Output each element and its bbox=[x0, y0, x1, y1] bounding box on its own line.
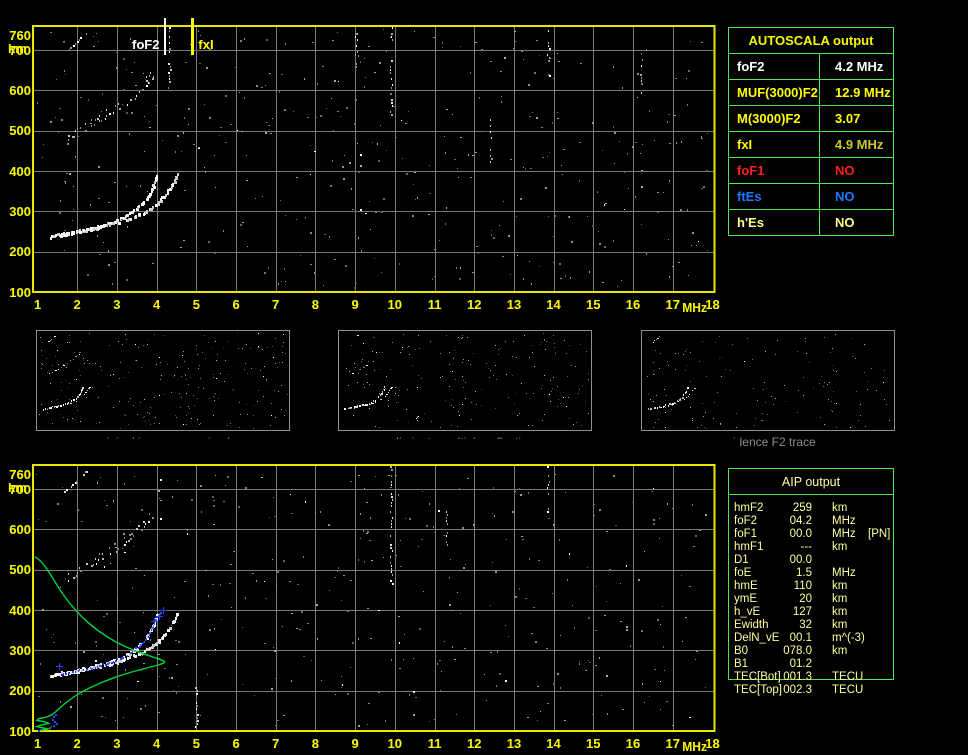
aip-row: h_vE 127 km bbox=[728, 606, 958, 619]
parameter-value: NO bbox=[835, 215, 855, 230]
aip-label: D1 bbox=[734, 554, 749, 566]
aip-unit: km bbox=[832, 541, 848, 553]
parameter-label: ftEs bbox=[729, 184, 820, 209]
autoscala-window: Rome (lat: +41.8, lon: 012.5) - DATE: 20… bbox=[0, 0, 968, 755]
aip-label: B1 bbox=[734, 658, 749, 670]
autoscala-row: h'Es NO bbox=[729, 209, 893, 235]
autoscala-output-table: AUTOSCALA output foF2 4.2 MHz MUF(3000)F2 1… bbox=[728, 27, 894, 236]
aip-label: foE bbox=[734, 567, 752, 579]
aip-row: B1 01.2 bbox=[728, 658, 958, 671]
aip-unit: m^(-3) bbox=[832, 632, 865, 644]
autoscala-row: foF2 4.2 MHz bbox=[729, 54, 893, 79]
aip-unit: TECU bbox=[832, 671, 864, 683]
aip-row: foF2 04.2 MHz bbox=[728, 515, 958, 528]
aip-value: 04.2 bbox=[789, 515, 812, 527]
parameter-label: h'Es bbox=[729, 210, 820, 235]
aip-row: D1 00.0 bbox=[728, 554, 958, 567]
aip-label: foF2 bbox=[734, 515, 758, 527]
autoscala-row: fxI 4.9 MHz bbox=[729, 131, 893, 157]
parameter-value: 4.9 MHz bbox=[835, 137, 884, 152]
aip-extra: [PN] bbox=[868, 528, 891, 540]
aip-unit: km bbox=[832, 580, 848, 592]
aip-row: foE 1.5 MHz bbox=[728, 567, 958, 580]
aip-value: 002.3 bbox=[783, 684, 812, 696]
aip-value: 259 bbox=[792, 502, 812, 514]
top-ionogram-plot bbox=[0, 0, 740, 320]
aip-value: 127 bbox=[792, 606, 812, 618]
aip-row: B0 078.0 km bbox=[728, 645, 958, 658]
aip-label: B0 bbox=[734, 645, 749, 657]
parameter-label: foF2 bbox=[729, 54, 820, 79]
aip-value: --- bbox=[800, 541, 813, 553]
aip-table-header: AIP output bbox=[729, 469, 893, 495]
parameter-value: 4.2 MHz bbox=[835, 59, 884, 74]
autoscala-table-rows: foF2 4.2 MHz MUF(3000)F2 12.9 MHz M(3000)F2 3… bbox=[729, 54, 893, 235]
aip-value: 01.2 bbox=[789, 658, 812, 670]
parameter-value: NO bbox=[835, 189, 855, 204]
autoscala-row: M(3000)F2 3.07 bbox=[729, 105, 893, 131]
aip-unit: km bbox=[832, 619, 848, 631]
parameter-value: 12.9 MHz bbox=[835, 85, 891, 100]
aip-row: hmF1 --- km bbox=[728, 541, 958, 554]
aip-unit: km bbox=[832, 645, 848, 657]
aip-row: hmF2 259 km bbox=[728, 502, 958, 515]
parameter-label: foF1 bbox=[729, 158, 820, 183]
autoscala-table-header: AUTOSCALA output bbox=[729, 28, 893, 54]
aip-value: 00.1 bbox=[789, 632, 812, 644]
aip-row: TEC[Top] 002.3 TECU bbox=[728, 684, 958, 697]
aip-unit: km bbox=[832, 606, 848, 618]
aip-label: foF1 bbox=[734, 528, 758, 540]
aip-unit: MHz bbox=[832, 515, 856, 527]
aip-value: 001.3 bbox=[783, 671, 812, 683]
thumbnail-evidence-f2-trace bbox=[641, 330, 895, 431]
aip-value: 078.0 bbox=[783, 645, 812, 657]
aip-value: 1.5 bbox=[796, 567, 812, 579]
aip-unit: MHz bbox=[832, 567, 856, 579]
parameter-label: M(3000)F2 bbox=[729, 106, 820, 131]
aip-value: 110 bbox=[793, 580, 812, 592]
aip-value: 00.0 bbox=[789, 554, 812, 566]
aip-row: hmE 110 km bbox=[728, 580, 958, 593]
parameter-value: 3.07 bbox=[835, 111, 861, 126]
aip-unit: TECU bbox=[832, 684, 864, 696]
aip-row: foF1 00.0 MHz [PN] bbox=[728, 528, 958, 541]
autoscala-row: MUF(3000)F2 12.9 MHz bbox=[729, 79, 893, 105]
thumbnail-original-ionogram bbox=[36, 330, 290, 431]
aip-value: 00.0 bbox=[789, 528, 812, 540]
aip-unit: km bbox=[832, 593, 848, 605]
bottom-ionogram-plot bbox=[0, 439, 740, 755]
aip-row: DelN_vE 00.1 m^(-3) bbox=[728, 632, 958, 645]
aip-label: ymE bbox=[734, 593, 757, 605]
aip-unit: MHz bbox=[832, 528, 856, 540]
autoscala-row: foF1 NO bbox=[729, 157, 893, 183]
parameter-value: NO bbox=[835, 163, 855, 178]
parameter-label: fxI bbox=[729, 132, 820, 157]
aip-value: 20 bbox=[799, 593, 812, 605]
aip-value: 32 bbox=[799, 619, 812, 631]
autoscala-row: ftEs NO bbox=[729, 183, 893, 209]
aip-row: TEC[Bot] 001.3 TECU bbox=[728, 671, 958, 684]
parameter-label: MUF(3000)F2 bbox=[729, 80, 820, 105]
aip-table-rows: hmF2 259 km foF2 04.2 MHz foF1 00.0 MHz [PN] hmF1-… bbox=[728, 502, 958, 697]
aip-row: ymE 20 km bbox=[728, 593, 958, 606]
aip-row: Ewidth 32 km bbox=[728, 619, 958, 632]
aip-unit: km bbox=[832, 502, 848, 514]
aip-label: hmE bbox=[734, 580, 758, 592]
thumbnail-eliminate-multiples bbox=[338, 330, 592, 431]
